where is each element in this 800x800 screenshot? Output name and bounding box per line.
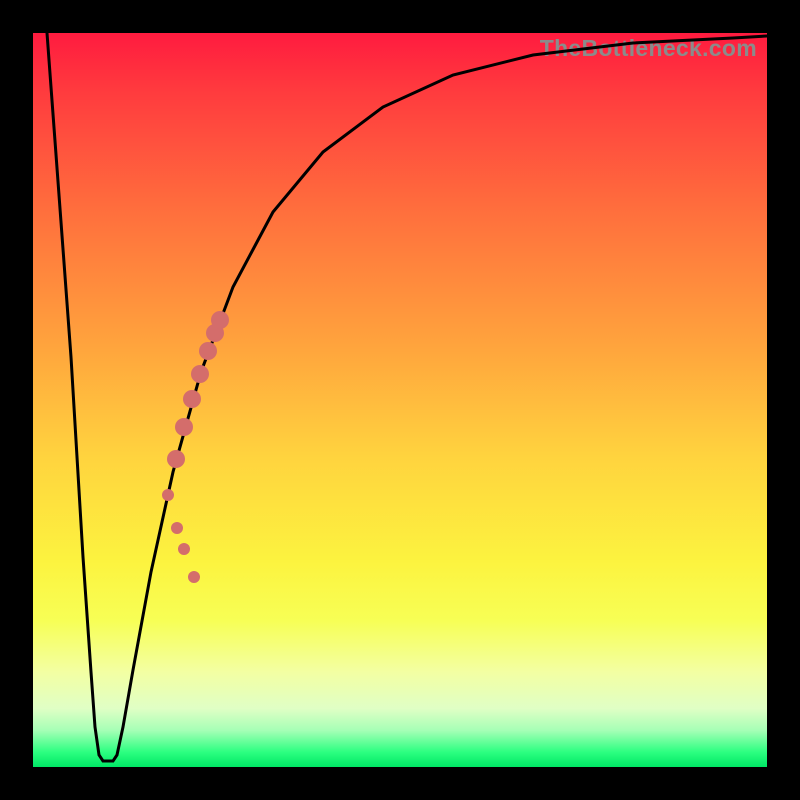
highlight-dot — [171, 522, 183, 534]
frame-border-top — [0, 0, 800, 33]
highlight-dot — [162, 489, 174, 501]
highlight-dot — [175, 418, 193, 436]
bottleneck-curve — [47, 33, 767, 761]
chart-svg — [33, 33, 767, 767]
frame-border-bottom — [0, 767, 800, 800]
highlight-dot — [199, 342, 217, 360]
highlight-segment — [162, 311, 229, 583]
frame-border-right — [767, 0, 800, 800]
highlight-dot — [167, 450, 185, 468]
frame-border-left — [0, 0, 33, 800]
chart-frame: TheBottleneck.com — [0, 0, 800, 800]
highlight-dot — [183, 390, 201, 408]
highlight-dot — [188, 571, 200, 583]
highlight-dot — [178, 543, 190, 555]
highlight-dot — [191, 365, 209, 383]
highlight-dot — [211, 311, 229, 329]
plot-area: TheBottleneck.com — [33, 33, 767, 767]
